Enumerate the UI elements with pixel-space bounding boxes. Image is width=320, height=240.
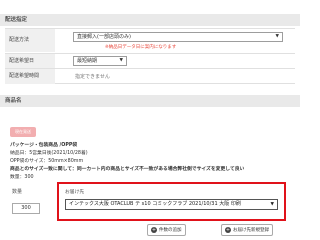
product-line: OPP袋のサイズ：50mm×80mm xyxy=(10,159,84,164)
plus-icon: + xyxy=(151,227,157,233)
delivery-section-title: 配送指定 xyxy=(5,17,28,23)
status-badge: 現在発送 xyxy=(10,127,36,137)
chevron-down-icon: ▼ xyxy=(275,34,279,39)
add-destination-label: お届け先新規登録 xyxy=(233,228,269,233)
delivery-method-note: ※納品日データ日に案内になります xyxy=(105,45,177,50)
delivery-method-value: 直接郵入(一部店頭のみ) xyxy=(77,34,131,40)
delivery-time-label: 配送希望時間 xyxy=(5,69,55,84)
delivery-time-row: 配送希望時間 指定できません xyxy=(5,68,295,84)
destination-panel: お届け先 インテックス大阪 OTACLUB テ s10 コミックフラブ 2021… xyxy=(57,182,286,221)
delivery-date-value: 最短納期 xyxy=(77,58,98,64)
delivery-method-row: 配送方法 直接郵入(一部店頭のみ) ▼ ※納品日データ日に案内になります xyxy=(5,28,295,52)
destination-label: お届け先 xyxy=(65,190,85,195)
delivery-date-select[interactable]: 最短納期 ▼ xyxy=(73,56,127,66)
destination-value: インテックス大阪 OTACLUB テ s10 コミックフラブ 2021/10/3… xyxy=(69,201,241,207)
product-line: 数量：300 xyxy=(10,175,34,180)
product-line: 納品日：5営業日後(2021/10/28着) xyxy=(10,151,88,156)
quantity-label: 数量 xyxy=(12,189,23,195)
product-line: 商品とのサイズ一致に関して：同一カート内の商品とサイズ不一致がある場合弊社側でサ… xyxy=(10,167,245,172)
product-section-title: 商品名 xyxy=(5,98,22,104)
product-section-header: 商品名 xyxy=(0,95,300,107)
chevron-down-icon: ▼ xyxy=(119,58,123,63)
product-line: パッケージ・包装商品 /OPP袋 xyxy=(10,143,78,148)
delivery-date-label: 配送希望日 xyxy=(5,54,55,68)
plus-icon: + xyxy=(225,227,231,233)
delivery-date-row: 配送希望日 最短納期 ▼ xyxy=(5,53,295,68)
add-destination-button[interactable]: + お届け先新規登録 xyxy=(221,224,273,236)
delivery-time-value: 指定できません xyxy=(75,74,110,80)
add-item-label: 件数の追加 xyxy=(159,228,182,233)
destination-select[interactable]: インテックス大阪 OTACLUB テ s10 コミックフラブ 2021/10/3… xyxy=(65,199,278,210)
chevron-down-icon: ▼ xyxy=(270,202,274,207)
delivery-method-label: 配送方法 xyxy=(5,29,55,52)
delivery-section-header: 配送指定 xyxy=(0,14,300,26)
delivery-method-select[interactable]: 直接郵入(一部店頭のみ) ▼ xyxy=(73,32,283,42)
add-item-button[interactable]: + 件数の追加 xyxy=(147,224,186,236)
quantity-input[interactable]: 300 xyxy=(12,203,40,214)
